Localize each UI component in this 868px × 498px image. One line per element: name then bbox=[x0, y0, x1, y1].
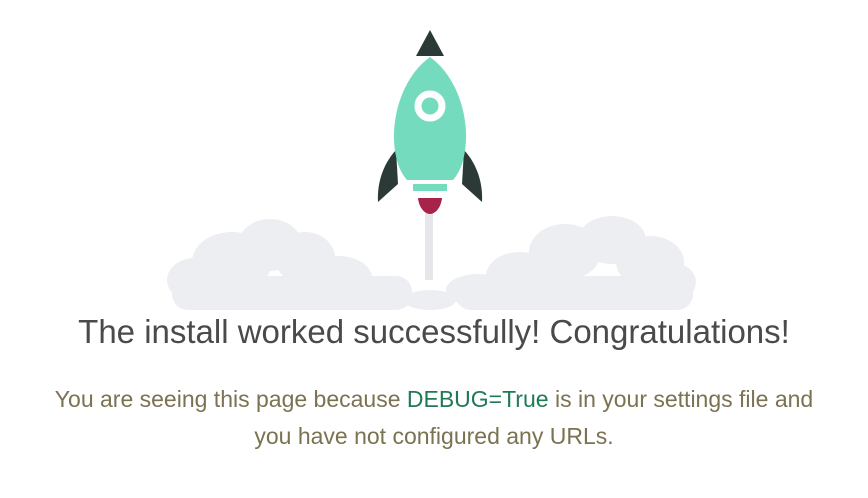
rocket-icon bbox=[377, 30, 483, 214]
page-title: The install worked successfully! Congrat… bbox=[78, 313, 790, 350]
rocket-launch-illustration bbox=[167, 30, 696, 310]
smoke-trail bbox=[425, 212, 433, 280]
landing-page: The install worked successfully! Congrat… bbox=[0, 0, 868, 498]
debug-message: You are seeing this page because DEBUG=T… bbox=[54, 381, 814, 455]
debug-message-prefix: You are seeing this page because bbox=[54, 386, 407, 412]
debug-setting-highlight: DEBUG=True bbox=[406, 386, 549, 412]
